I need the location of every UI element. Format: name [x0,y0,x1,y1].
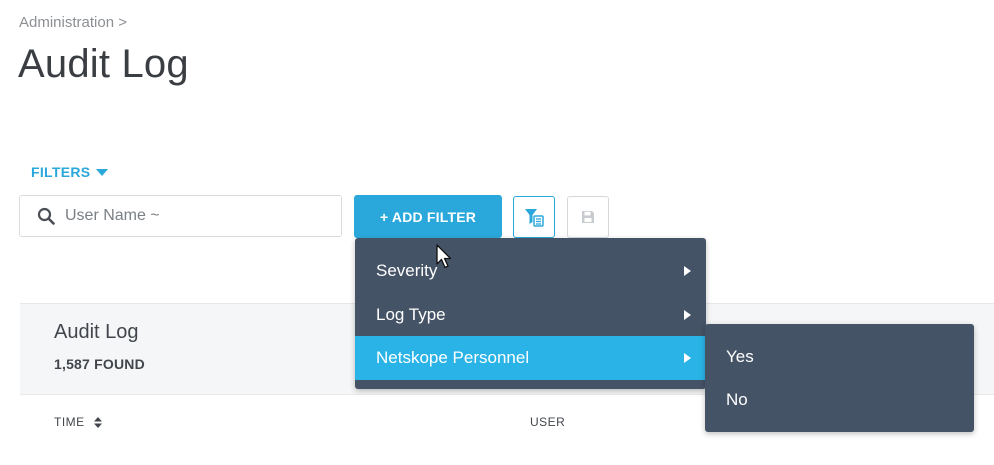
chevron-right-icon [684,266,691,276]
breadcrumb[interactable]: Administration > [19,14,127,31]
filter-list-button[interactable] [513,196,555,238]
sort-icon [93,417,102,429]
save-filter-button[interactable] [567,196,609,238]
menu-item-label: Log Type [376,305,446,324]
filter-list-icon [525,209,544,227]
menu-item-label: Severity [376,261,438,280]
search-box[interactable] [19,195,342,237]
column-header-time[interactable]: TIME [54,415,102,429]
chevron-right-icon [684,310,691,320]
netskope-personnel-submenu: Yes No [705,324,974,432]
add-filter-menu: Severity Log Type Netskope Personnel [355,238,706,389]
filters-toggle-label: FILTERS [31,164,91,180]
menu-item-log-type[interactable]: Log Type [355,293,706,337]
menu-item-label: Netskope Personnel [376,348,530,367]
menu-item-severity[interactable]: Severity [355,249,706,293]
results-title: Audit Log [54,321,139,343]
column-header-time-label: TIME [54,415,85,429]
floppy-disk-icon [582,211,594,223]
add-filter-button[interactable]: + ADD FILTER [354,195,502,238]
submenu-item-no[interactable]: No [705,378,974,422]
column-header-user[interactable]: USER [530,415,565,429]
search-icon [37,207,55,225]
chevron-right-icon [684,353,691,363]
mouse-cursor-icon [436,244,452,269]
page-title: Audit Log [18,42,189,86]
results-count: 1,587 FOUND [54,356,145,372]
user-name-search-input[interactable] [63,206,327,226]
filters-toggle[interactable]: FILTERS [31,164,109,180]
caret-down-icon [96,168,109,176]
menu-item-netskope-personnel[interactable]: Netskope Personnel [355,336,706,380]
submenu-item-yes[interactable]: Yes [705,335,974,379]
